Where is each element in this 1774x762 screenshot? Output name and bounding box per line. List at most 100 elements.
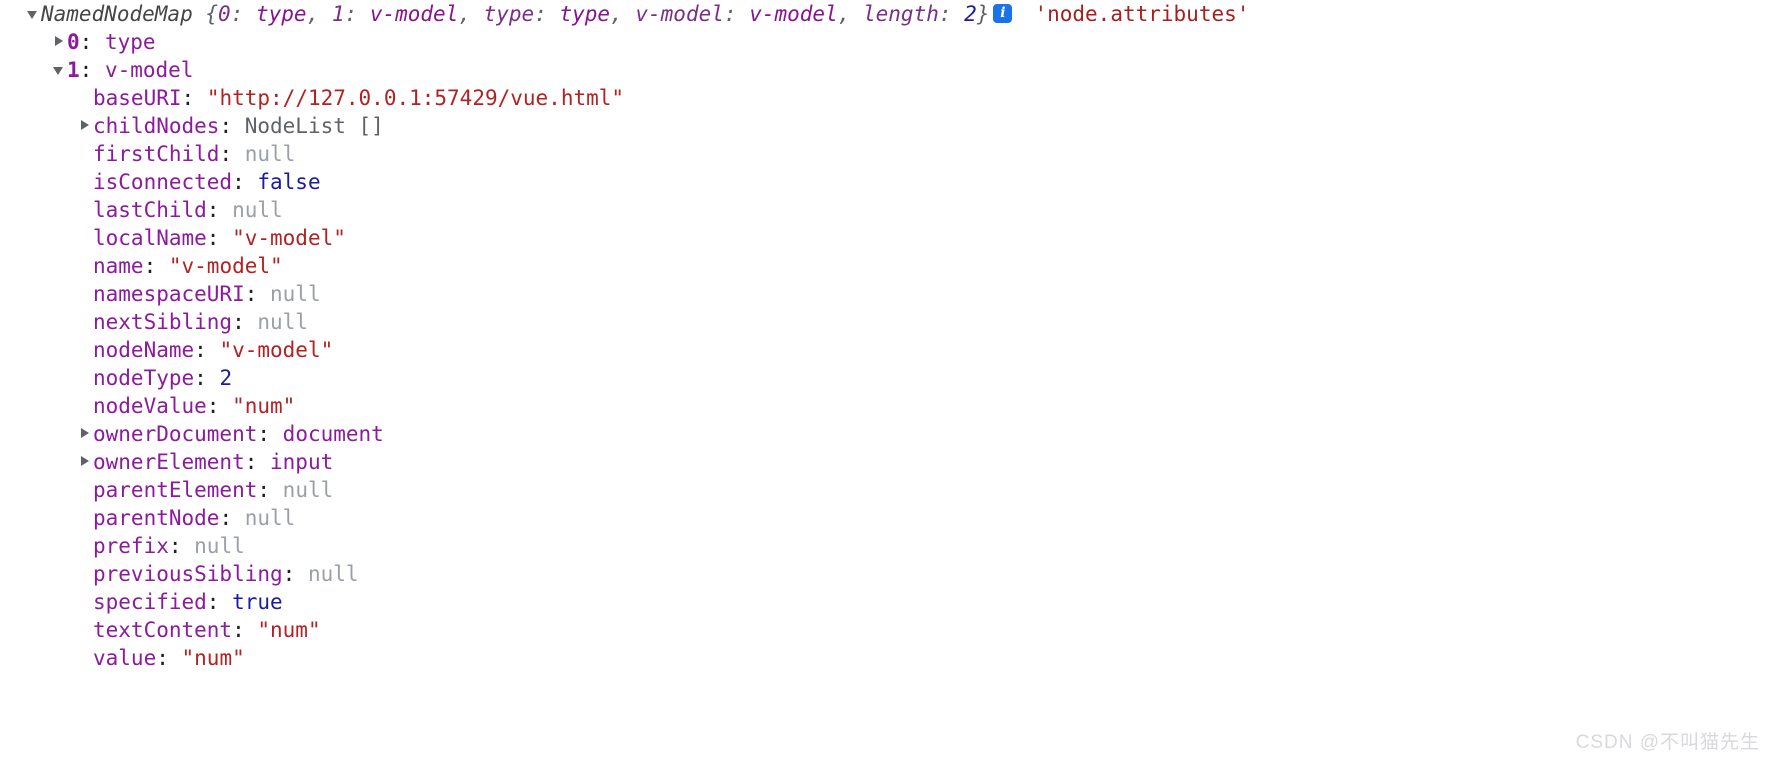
property-value[interactable]: input (270, 450, 333, 474)
property-value: null (244, 506, 296, 530)
property-value: "v-model" (232, 226, 346, 250)
property-value: "v-model" (219, 338, 334, 362)
triangle-right-icon[interactable] (78, 427, 92, 441)
property-row: value: "num" (0, 644, 1774, 672)
property-row: nodeName: "v-model" (0, 336, 1774, 364)
property-colon: : (168, 534, 195, 558)
child-colon-0: : (79, 30, 105, 54)
property-value[interactable]: document (283, 422, 384, 446)
property-colon: : (181, 86, 207, 110)
property-key: lastChild (93, 198, 207, 222)
property-key: value (93, 646, 157, 670)
property-colon: : (257, 422, 283, 446)
property-colon: : (206, 590, 233, 614)
property-colon: : (232, 618, 258, 642)
watermark: CSDN @不叫猫先生 (1575, 732, 1760, 753)
arrow-placeholder (78, 483, 92, 497)
preview-comma-3: , (837, 2, 863, 26)
preview-space (193, 2, 206, 26)
preview-key-0: 0 (218, 2, 231, 26)
arrow-placeholder (78, 175, 92, 189)
property-value: null (194, 534, 245, 558)
arrow-placeholder (78, 147, 92, 161)
property-row[interactable]: childNodes: NodeList [] (0, 112, 1774, 140)
property-row: lastChild: null (0, 196, 1774, 224)
triangle-right-icon[interactable] (52, 35, 66, 49)
property-colon: : (219, 114, 245, 138)
property-colon: : (194, 338, 220, 362)
arrow-placeholder (78, 203, 92, 217)
preview-sep-2: : (534, 2, 560, 26)
property-colon: : (257, 478, 283, 502)
property-key: ownerElement (93, 450, 245, 474)
property-key: specified (93, 590, 207, 614)
arrow-placeholder (78, 91, 92, 105)
property-key: name (93, 254, 144, 278)
property-value: 2 (219, 366, 233, 390)
preview-key-1: 1 (331, 2, 345, 26)
property-value: "num" (181, 646, 245, 670)
child-value-0[interactable]: type (105, 30, 156, 54)
property-key: parentNode (93, 506, 220, 530)
preview-sep-4: : (938, 2, 965, 26)
arrow-placeholder (78, 231, 92, 245)
property-value: null (282, 478, 334, 502)
info-icon[interactable]: i (993, 3, 1013, 23)
triangle-right-icon[interactable] (78, 119, 92, 133)
property-colon: : (232, 310, 258, 334)
property-row: parentNode: null (0, 504, 1774, 532)
property-key: baseURI (93, 86, 182, 110)
property-key: prefix (93, 534, 169, 558)
preview-sep-1: : (344, 2, 370, 26)
property-row: specified: true (0, 588, 1774, 616)
object-class-name: NamedNodeMap (41, 2, 193, 26)
preview-key-3: v-model (635, 2, 724, 26)
property-key: childNodes (93, 114, 220, 138)
arrow-placeholder (78, 399, 92, 413)
property-value: false (257, 170, 321, 194)
property-row: firstChild: null (0, 140, 1774, 168)
preview-comma-0: , (306, 2, 332, 26)
property-value: "v-model" (168, 254, 283, 278)
property-row: nodeType: 2 (0, 364, 1774, 392)
triangle-down-icon[interactable] (52, 63, 66, 77)
property-row: nodeValue: "num" (0, 392, 1774, 420)
property-row: parentElement: null (0, 476, 1774, 504)
child-entry-row-0[interactable]: 0: type (0, 28, 1774, 56)
triangle-down-icon[interactable] (26, 7, 40, 21)
property-list: baseURI: "http://127.0.0.1:57429/vue.htm… (0, 84, 1774, 672)
property-value[interactable]: NodeList [] (245, 114, 384, 138)
property-row: namespaceURI: null (0, 280, 1774, 308)
property-value: "num" (232, 394, 296, 418)
child-colon-1: : (79, 58, 105, 82)
property-row[interactable]: ownerDocument: document (0, 420, 1774, 448)
triangle-right-icon[interactable] (78, 455, 92, 469)
property-value: null (270, 282, 321, 306)
property-colon: : (232, 170, 258, 194)
property-colon: : (244, 282, 271, 306)
property-key: localName (93, 226, 207, 250)
preview-key-2: type (483, 2, 535, 26)
arrow-placeholder (78, 343, 92, 357)
property-colon: : (282, 562, 308, 586)
property-key: namespaceURI (93, 282, 245, 306)
console-object-header-row[interactable]: NamedNodeMap {0: type, 1: v-model, type:… (0, 0, 1774, 28)
property-key: isConnected (93, 170, 233, 194)
property-colon: : (219, 142, 245, 166)
property-value: "http://127.0.0.1:57429/vue.html" (206, 86, 625, 110)
arrow-placeholder (78, 567, 92, 581)
property-row[interactable]: ownerElement: input (0, 448, 1774, 476)
property-value: null (257, 310, 308, 334)
child-entry-row-1[interactable]: 1: v-model (0, 56, 1774, 84)
property-key: nodeName (93, 338, 195, 362)
property-key: nextSibling (93, 310, 233, 334)
arrow-placeholder (78, 259, 92, 273)
property-colon: : (244, 450, 271, 474)
arrow-placeholder (78, 651, 92, 665)
devtools-console-output: NamedNodeMap {0: type, 1: v-model, type:… (0, 0, 1774, 762)
property-row: textContent: "num" (0, 616, 1774, 644)
child-value-1[interactable]: v-model (105, 58, 194, 82)
property-colon: : (219, 506, 245, 530)
preview-value-3: v-model (749, 2, 838, 26)
arrow-placeholder (78, 287, 92, 301)
